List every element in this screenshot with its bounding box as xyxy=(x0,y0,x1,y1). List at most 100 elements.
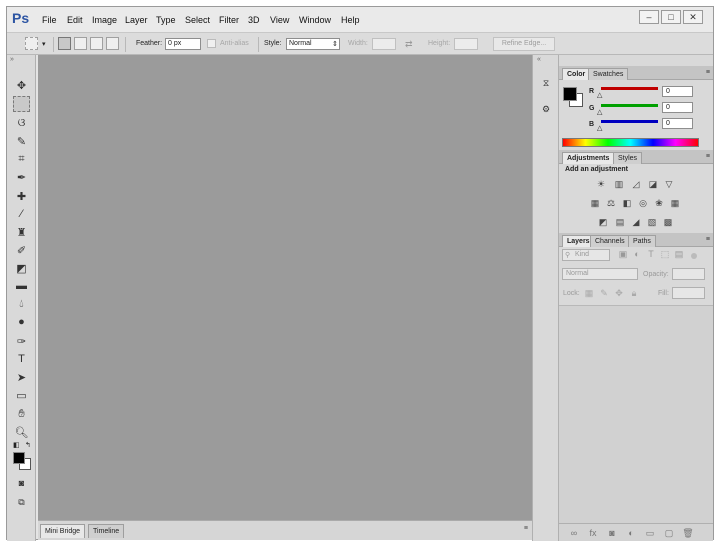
path-selection-tool-icon[interactable]: ➤ xyxy=(13,369,30,385)
document-canvas-area[interactable] xyxy=(38,55,532,520)
menu-layer[interactable]: Layer xyxy=(125,15,148,25)
feather-input[interactable]: 0 px xyxy=(165,38,201,50)
foreground-color-swatch[interactable] xyxy=(563,87,577,101)
pen-tool-icon[interactable]: ✑ xyxy=(13,333,30,349)
marquee-tool-icon[interactable] xyxy=(13,96,30,112)
chevron-down-icon[interactable]: ▾ xyxy=(42,40,46,48)
menu-window[interactable]: Window xyxy=(299,15,331,25)
default-colors-icon[interactable]: ◧ xyxy=(13,441,20,449)
swap-colors-icon[interactable]: ↰ xyxy=(25,441,31,449)
quick-select-tool-icon[interactable]: ✎ xyxy=(13,133,30,149)
color-lookup-icon[interactable]: ▦ xyxy=(669,198,681,209)
collapse-icon[interactable]: » xyxy=(10,56,14,63)
layer-style-icon[interactable]: fx xyxy=(587,527,599,539)
menu-filter[interactable]: Filter xyxy=(219,15,239,25)
close-button[interactable]: ✕ xyxy=(683,10,703,24)
type-tool-icon[interactable]: T xyxy=(13,351,30,367)
eyedropper-tool-icon[interactable]: ✒ xyxy=(13,169,30,185)
posterize-icon[interactable]: ▤ xyxy=(614,217,626,228)
opacity-input[interactable] xyxy=(672,268,705,280)
collapse-icon[interactable]: « xyxy=(537,56,541,63)
filter-adjustment-icon[interactable]: ◐ xyxy=(631,249,643,260)
refine-edge-button[interactable]: Refine Edge... xyxy=(493,37,555,51)
new-group-icon[interactable]: ▭ xyxy=(644,527,656,539)
filter-pixel-icon[interactable]: ▣ xyxy=(617,249,629,260)
slider-thumb-icon[interactable]: △ xyxy=(597,124,602,132)
tab-color[interactable]: Color xyxy=(562,68,591,80)
minimize-button[interactable]: – xyxy=(639,10,659,24)
brightness-contrast-icon[interactable]: ☀ xyxy=(595,179,607,190)
slider-thumb-icon[interactable]: △ xyxy=(597,108,602,116)
new-selection-icon[interactable] xyxy=(58,37,71,50)
curves-icon[interactable]: ◿ xyxy=(630,179,642,190)
levels-icon[interactable]: ▥ xyxy=(613,179,625,190)
healing-brush-tool-icon[interactable]: ✚ xyxy=(13,188,30,204)
clone-stamp-tool-icon[interactable]: ♜ xyxy=(13,224,30,240)
panel-menu-icon[interactable]: ≡ xyxy=(706,236,710,243)
invert-icon[interactable]: ◩ xyxy=(597,217,609,228)
dodge-tool-icon[interactable]: ● xyxy=(13,314,30,330)
photo-filter-icon[interactable]: ◎ xyxy=(637,198,649,209)
rectangle-tool-icon[interactable]: ▭ xyxy=(13,387,30,403)
add-mask-icon[interactable]: ◙ xyxy=(606,527,618,539)
subtract-selection-icon[interactable] xyxy=(90,37,103,50)
layers-list[interactable] xyxy=(559,305,713,523)
add-selection-icon[interactable] xyxy=(74,37,87,50)
color-balance-icon[interactable]: ⚖ xyxy=(605,198,617,209)
color-spectrum-ramp[interactable] xyxy=(562,138,699,147)
gradient-tool-icon[interactable]: ▬ xyxy=(13,278,30,294)
exposure-icon[interactable]: ◪ xyxy=(647,179,659,190)
hue-saturation-icon[interactable]: ▦ xyxy=(589,198,601,209)
tab-timeline[interactable]: Timeline xyxy=(88,524,125,538)
height-input[interactable] xyxy=(454,38,478,50)
blur-tool-icon[interactable]: 💧︎ xyxy=(13,296,30,312)
tab-paths[interactable]: Paths xyxy=(628,235,656,247)
fill-input[interactable] xyxy=(672,287,705,299)
menu-view[interactable]: View xyxy=(270,15,289,25)
panel-menu-icon[interactable]: ≡ xyxy=(706,153,710,160)
crop-tool-icon[interactable]: ⌗ xyxy=(13,151,30,167)
hand-tool-icon[interactable]: ✋︎ xyxy=(13,406,30,422)
panel-menu-icon[interactable]: ≡ xyxy=(524,525,528,532)
menu-select[interactable]: Select xyxy=(185,15,210,25)
marquee-preset-icon[interactable] xyxy=(25,37,38,50)
zoom-tool-icon[interactable]: 🔍︎ xyxy=(13,424,30,440)
swap-icon[interactable]: ⇄ xyxy=(405,39,413,50)
panel-menu-icon[interactable]: ≡ xyxy=(706,69,710,76)
move-tool-icon[interactable]: ✥ xyxy=(13,77,30,93)
lock-position-icon[interactable]: ✥ xyxy=(613,288,625,299)
link-layers-icon[interactable]: ∞ xyxy=(568,527,580,539)
eraser-tool-icon[interactable]: ◩ xyxy=(13,260,30,276)
lock-transparency-icon[interactable]: ▦ xyxy=(583,288,595,299)
green-value-input[interactable]: 0 xyxy=(662,102,693,113)
menu-3d[interactable]: 3D xyxy=(248,15,260,25)
width-input[interactable] xyxy=(372,38,396,50)
filter-shape-icon[interactable]: ⬚ xyxy=(659,249,671,260)
foreground-color-swatch[interactable] xyxy=(13,452,25,464)
tab-channels[interactable]: Channels xyxy=(590,235,630,247)
black-white-icon[interactable]: ◧ xyxy=(621,198,633,209)
tab-swatches[interactable]: Swatches xyxy=(588,68,629,80)
brush-tool-icon[interactable]: ⁄ xyxy=(13,206,30,222)
tab-styles[interactable]: Styles xyxy=(613,152,643,164)
filter-toggle-icon[interactable] xyxy=(691,253,697,259)
channel-mixer-icon[interactable]: ❀ xyxy=(653,198,665,209)
filter-type-icon[interactable]: T xyxy=(645,249,657,260)
selective-color-icon[interactable]: ▩ xyxy=(662,217,674,228)
new-adjustment-layer-icon[interactable]: ◐ xyxy=(625,527,637,539)
blue-value-input[interactable]: 0 xyxy=(662,118,693,129)
properties-icon[interactable]: ⚙ xyxy=(537,101,555,117)
blue-slider-track[interactable] xyxy=(601,120,658,123)
new-layer-icon[interactable]: ▢ xyxy=(663,527,675,539)
lock-image-icon[interactable]: ✎ xyxy=(598,288,610,299)
menu-file[interactable]: File xyxy=(42,15,57,25)
tab-mini-bridge[interactable]: Mini Bridge xyxy=(40,524,86,538)
filter-smart-object-icon[interactable]: ▤ xyxy=(673,249,685,260)
screen-mode-icon[interactable]: ⧉ xyxy=(13,494,30,510)
red-value-input[interactable]: 0 xyxy=(662,86,693,97)
history-brush-tool-icon[interactable]: ✐ xyxy=(13,242,30,258)
delete-layer-icon[interactable]: 🗑︎ xyxy=(682,527,694,539)
history-icon[interactable]: ⧖ xyxy=(537,75,555,91)
intersect-selection-icon[interactable] xyxy=(106,37,119,50)
quick-mask-icon[interactable]: ◙ xyxy=(13,475,30,491)
